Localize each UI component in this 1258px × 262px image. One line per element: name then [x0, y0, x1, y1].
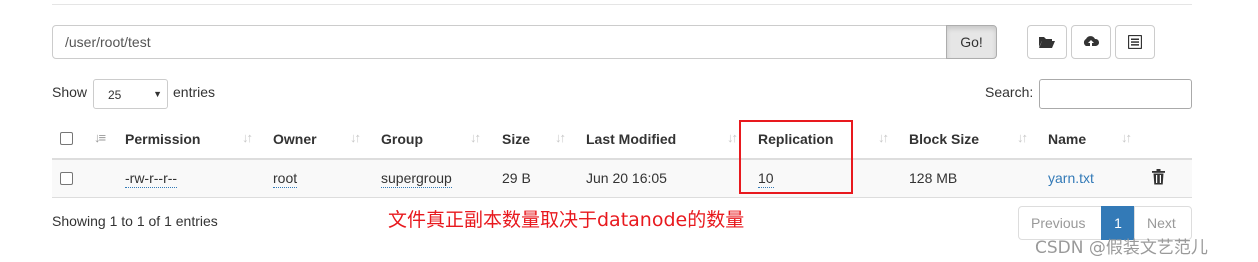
- entries-value: 25: [108, 88, 122, 102]
- column-header-block-size[interactable]: Block Size: [909, 131, 979, 147]
- cell-block-size: 128 MB: [909, 170, 958, 186]
- cloud-upload-icon: [1083, 35, 1100, 48]
- table-header: ↓≡ Permission ↓↑ Owner ↓↑ Group ↓↑ Size …: [52, 118, 1192, 160]
- table-row: -rw-r--r-- root supergroup 29 B Jun 20 1…: [52, 160, 1192, 198]
- column-header-owner[interactable]: Owner: [273, 131, 317, 147]
- cell-permission[interactable]: -rw-r--r--: [125, 170, 178, 188]
- sort-icon[interactable]: ↓↑: [878, 130, 889, 145]
- cell-group[interactable]: supergroup: [381, 170, 452, 188]
- path-input[interactable]: [52, 25, 947, 59]
- folder-open-icon: [1039, 37, 1055, 48]
- search-label: Search:: [985, 84, 1034, 100]
- column-header-size[interactable]: Size: [502, 131, 530, 147]
- cell-size: 29 B: [502, 170, 531, 186]
- column-header-last-modified[interactable]: Last Modified: [586, 131, 676, 147]
- column-header-name[interactable]: Name: [1048, 131, 1086, 147]
- file-name-link[interactable]: yarn.txt: [1048, 170, 1094, 186]
- cell-last-modified: Jun 20 16:05: [586, 170, 667, 186]
- entries-select[interactable]: 25 ▼: [93, 79, 168, 109]
- list-alt-icon: [1128, 35, 1142, 49]
- top-divider: [52, 4, 1192, 5]
- cell-owner[interactable]: root: [273, 170, 298, 188]
- row-checkbox[interactable]: [60, 172, 73, 185]
- go-button[interactable]: Go!: [946, 25, 997, 59]
- search-input[interactable]: [1039, 79, 1192, 109]
- sort-icon[interactable]: ↓↑: [242, 130, 253, 145]
- replication-highlight-box: [739, 120, 853, 194]
- upload-button[interactable]: [1071, 25, 1111, 59]
- annotation-text: 文件真正副本数量取决于datanode的数量: [388, 209, 745, 231]
- sort-icon[interactable]: ↓↑: [1121, 130, 1132, 145]
- sort-icon[interactable]: ↓↑: [470, 130, 481, 145]
- sort-icon[interactable]: ↓↑: [1017, 130, 1028, 145]
- chevron-down-icon: ▼: [153, 89, 162, 99]
- select-all-checkbox[interactable]: [60, 132, 73, 145]
- show-label: Show: [52, 84, 88, 100]
- table-info: Showing 1 to 1 of 1 entries: [52, 213, 218, 229]
- list-button[interactable]: [1115, 25, 1155, 59]
- watermark: CSDN @假装文艺范儿: [1035, 238, 1208, 258]
- column-header-group[interactable]: Group: [381, 131, 423, 147]
- open-folder-button[interactable]: [1027, 25, 1067, 59]
- entries-label: entries: [173, 84, 216, 100]
- trash-icon[interactable]: [1152, 169, 1165, 185]
- sort-asc-icon[interactable]: ↓≡: [94, 130, 106, 145]
- sort-icon[interactable]: ↓↑: [727, 130, 738, 145]
- sort-icon[interactable]: ↓↑: [555, 130, 566, 145]
- column-header-permission[interactable]: Permission: [125, 131, 200, 147]
- sort-icon[interactable]: ↓↑: [350, 130, 361, 145]
